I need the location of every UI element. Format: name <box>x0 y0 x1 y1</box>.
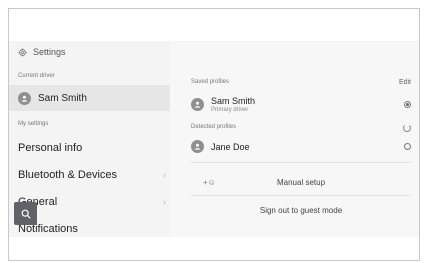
chevron-right-icon: › <box>163 197 166 207</box>
divider <box>191 162 411 163</box>
spinner-icon <box>403 124 411 132</box>
sidebar-item-notifications[interactable]: Notifications <box>18 223 166 235</box>
radio-selected-icon[interactable] <box>404 101 411 108</box>
person-icon <box>191 140 204 153</box>
top-bar <box>9 9 419 41</box>
search-icon <box>21 209 31 219</box>
profile-name: Sam Smith <box>211 96 256 106</box>
profile-row-jane-doe[interactable]: Jane Doe <box>191 140 411 153</box>
my-settings-label: My settings <box>18 121 49 127</box>
sidebar-item-general[interactable]: General › <box>18 196 166 208</box>
sidebar-item-label: Bluetooth & Devices <box>18 169 118 181</box>
saved-profiles-header: Saved profiles Edit <box>191 79 411 86</box>
chevron-right-icon: › <box>163 170 166 180</box>
profile-row-sam-smith[interactable]: Sam Smith Primary driver <box>191 96 411 113</box>
settings-header: Settings <box>18 47 66 57</box>
edit-button[interactable]: Edit <box>399 79 411 86</box>
divider <box>191 195 411 196</box>
current-driver-label: Current driver <box>18 73 55 79</box>
current-driver-name: Sam Smith <box>38 92 87 104</box>
manual-setup-label: Manual setup <box>276 177 326 187</box>
current-driver-row[interactable]: Sam Smith <box>9 85 170 111</box>
settings-window: Settings Current driver Sam Smith My set… <box>8 8 420 261</box>
manual-setup-button[interactable]: +☺ Manual setup <box>191 170 411 194</box>
sidebar-item-label: Personal info <box>18 142 83 154</box>
sidebar-item-personal-info[interactable]: Personal info <box>18 142 166 154</box>
person-icon <box>191 98 204 111</box>
search-button[interactable] <box>14 202 37 225</box>
detected-profiles-label: Detected profiles <box>191 124 237 130</box>
driver-profiles-panel: Saved profiles Edit Sam Smith Primary dr… <box>170 41 419 237</box>
sign-out-guest-button[interactable]: Sign out to guest mode <box>191 198 411 222</box>
profile-subtitle: Primary driver <box>211 107 249 113</box>
settings-title: Settings <box>33 47 66 57</box>
sidebar: Settings Current driver Sam Smith My set… <box>9 41 170 237</box>
sidebar-item-bluetooth-devices[interactable]: Bluetooth & Devices › <box>18 169 166 181</box>
gear-icon <box>18 47 27 57</box>
sign-out-label: Sign out to guest mode <box>259 205 343 215</box>
add-person-icon: +☺ <box>203 177 216 187</box>
saved-profiles-label: Saved profiles <box>191 79 230 85</box>
person-icon <box>18 91 31 105</box>
radio-unselected-icon[interactable] <box>404 143 411 150</box>
profile-name: Jane Doe <box>211 141 250 152</box>
